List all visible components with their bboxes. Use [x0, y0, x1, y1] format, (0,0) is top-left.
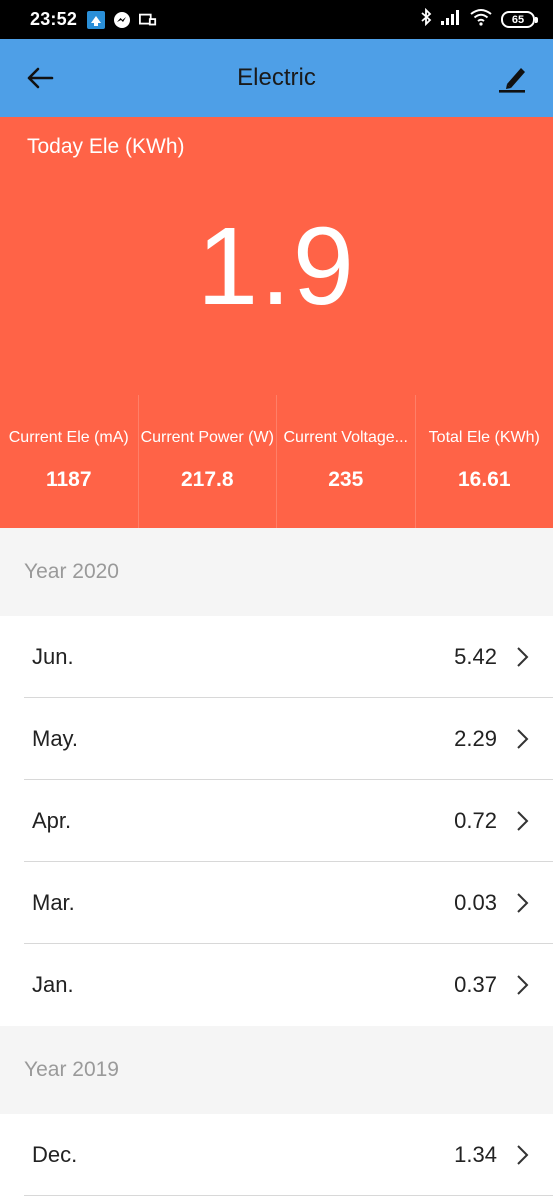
stat-current-ele: Current Ele (mA) 1187 — [0, 395, 139, 528]
month-label: May. — [32, 726, 79, 751]
stat-label: Current Voltage... — [283, 429, 408, 446]
divider — [24, 1195, 553, 1196]
year-header-2020: Year 2020 — [0, 528, 553, 616]
month-value: 0.03 — [454, 890, 497, 915]
wifi-icon — [470, 8, 492, 31]
month-value: 1.34 — [454, 1142, 497, 1167]
month-value: 0.72 — [454, 808, 497, 833]
stat-value: 217.8 — [180, 468, 234, 491]
month-row-mar[interactable]: Mar. 0.03 — [0, 862, 553, 944]
app-notification-icon — [87, 10, 106, 29]
today-usage-value: 1.9 — [197, 205, 356, 328]
chevron-right-icon — [517, 893, 529, 913]
month-label: Dec. — [32, 1142, 78, 1167]
month-label: Apr. — [32, 808, 72, 833]
month-row-jun[interactable]: Jun. 5.42 — [0, 616, 553, 698]
messenger-icon — [113, 11, 131, 29]
month-row-may[interactable]: May. 2.29 — [0, 698, 553, 780]
year-header-2019: Year 2019 — [0, 1026, 553, 1114]
chevron-right-icon — [517, 647, 529, 667]
status-left: 23:52 — [30, 9, 157, 30]
month-value: 0.37 — [454, 972, 497, 997]
battery-icon: 65 — [501, 11, 538, 28]
month-label: Mar. — [32, 890, 75, 915]
stat-value: 16.61 — [457, 468, 511, 491]
status-time: 23:52 — [30, 9, 78, 29]
stat-total-ele: Total Ele (KWh) 16.61 — [416, 395, 553, 528]
stat-value: 235 — [328, 468, 364, 491]
page-title: Electric — [237, 64, 316, 91]
month-value: 5.42 — [454, 644, 497, 669]
cast-icon — [139, 11, 157, 29]
month-value: 2.29 — [454, 726, 497, 751]
app-bar: Electric — [0, 39, 553, 117]
month-row-jan[interactable]: Jan. 0.37 — [0, 944, 553, 1026]
today-usage-label: Today Ele (KWh) — [27, 135, 185, 158]
bluetooth-icon — [420, 7, 432, 31]
signal-icon — [441, 9, 461, 30]
today-usage-panel: Today Ele (KWh) 1.9 Current Ele (mA) 118… — [0, 117, 553, 528]
month-label: Jun. — [32, 644, 74, 669]
edit-pencil-icon — [499, 68, 525, 93]
stats-row: Current Ele (mA) 1187 Current Power (W) … — [0, 395, 553, 528]
stat-label: Total Ele (KWh) — [428, 429, 540, 446]
stat-current-power: Current Power (W) 217.8 — [139, 395, 277, 528]
edit-button[interactable] — [493, 58, 533, 98]
chevron-right-icon — [517, 729, 529, 749]
chevron-right-icon — [517, 975, 529, 995]
stat-value: 1187 — [45, 468, 92, 491]
back-arrow-icon — [27, 67, 54, 89]
stat-current-voltage: Current Voltage... 235 — [277, 395, 416, 528]
month-row-apr[interactable]: Apr. 0.72 — [0, 780, 553, 862]
status-bar: 23:52 65 — [0, 0, 553, 39]
stat-label: Current Power (W) — [140, 429, 274, 446]
chevron-right-icon — [517, 811, 529, 831]
status-right: 65 — [420, 7, 538, 31]
month-label: Jan. — [32, 972, 74, 997]
chevron-right-icon — [517, 1145, 529, 1165]
electric-screen: 23:52 65 Electric Today Ele (KWh) 1.9 Cu… — [0, 0, 553, 1200]
month-row-dec[interactable]: Dec. 1.34 — [0, 1114, 553, 1196]
stat-label: Current Ele (mA) — [8, 429, 129, 446]
back-button[interactable] — [20, 58, 60, 98]
